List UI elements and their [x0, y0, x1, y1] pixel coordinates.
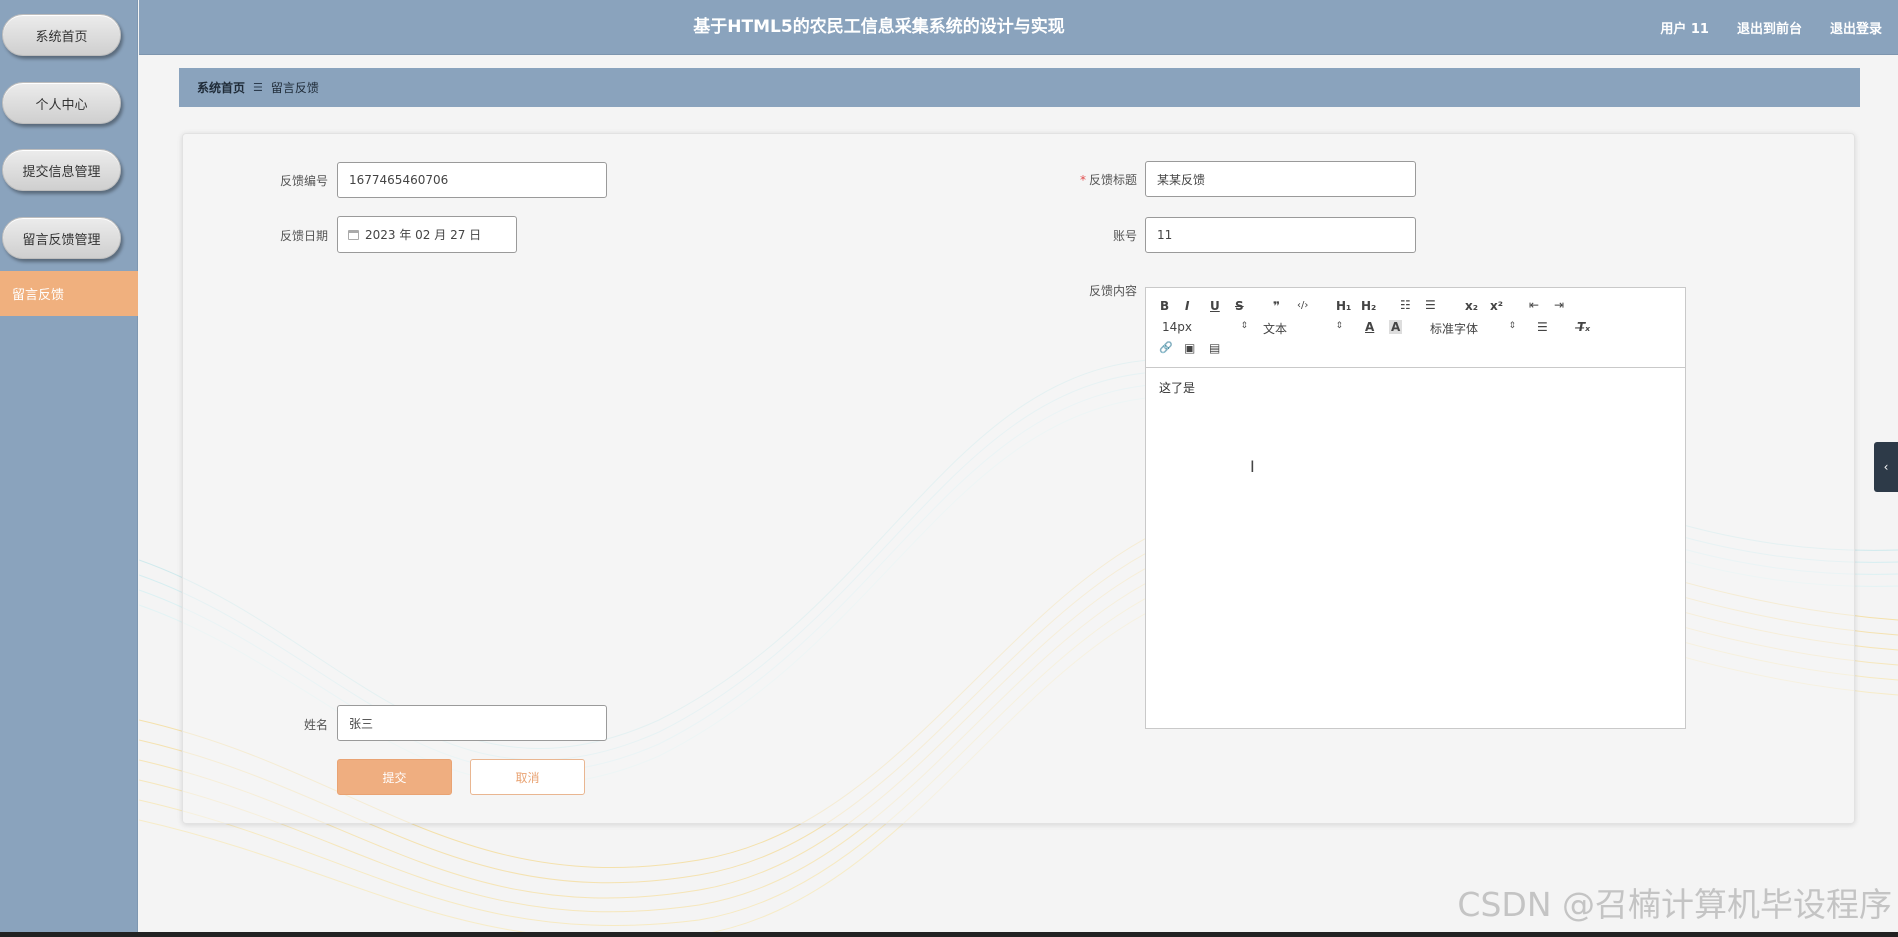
- italic-icon[interactable]: I: [1185, 299, 1189, 313]
- text-format-arrow-icon: ⇕: [1335, 321, 1343, 331]
- indent-icon[interactable]: ⇥: [1554, 298, 1564, 312]
- breadcrumb-separator-icon: ☰: [253, 81, 263, 94]
- sidebar-item-submit-info[interactable]: 提交信息管理: [2, 149, 121, 191]
- editor-content-text: 这了是: [1159, 381, 1196, 395]
- superscript-icon[interactable]: x²: [1490, 299, 1503, 313]
- font-family-select[interactable]: 标准字体 ⇕: [1430, 320, 1516, 337]
- name-label: 姓名: [303, 718, 328, 732]
- feedback-title-input[interactable]: [1145, 161, 1416, 197]
- feedback-no-input[interactable]: [337, 162, 607, 198]
- sidebar-item-home[interactable]: 系统首页: [2, 14, 121, 56]
- cancel-button[interactable]: 取消: [470, 759, 585, 795]
- sidebar-item-feedback-management[interactable]: 留言反馈管理: [2, 217, 121, 259]
- align-icon[interactable]: ☰: [1537, 320, 1548, 334]
- font-family-arrow-icon: ⇕: [1508, 321, 1516, 331]
- breadcrumb-home[interactable]: 系统首页: [197, 79, 245, 96]
- sidebar-subitem-feedback[interactable]: 留言反馈: [0, 271, 138, 316]
- submit-button[interactable]: 提交: [337, 759, 452, 795]
- rich-text-editor: B I U S ❞ ‹/› H₁ H₂ ☷ ☰ x₂ x² ⇤ ⇥ 14px ⇕…: [1145, 287, 1686, 729]
- back-to-front-link[interactable]: 退出到前台: [1737, 18, 1802, 37]
- subscript-icon[interactable]: x₂: [1465, 299, 1478, 313]
- collapse-tab-chevron-icon[interactable]: ‹: [1874, 442, 1898, 492]
- text-format-value: 文本: [1263, 322, 1288, 336]
- font-size-arrow-icon: ⇕: [1240, 321, 1248, 331]
- video-icon[interactable]: ▤: [1209, 341, 1220, 355]
- font-color-icon[interactable]: A: [1365, 320, 1374, 334]
- required-mark: *: [1079, 173, 1086, 187]
- header-1-icon[interactable]: H₁: [1336, 299, 1351, 313]
- font-family-value: 标准字体: [1430, 322, 1479, 336]
- bottom-divider: [0, 932, 1898, 937]
- code-block-icon[interactable]: ‹/›: [1297, 299, 1308, 313]
- blockquote-icon[interactable]: ❞: [1273, 299, 1280, 313]
- account-input[interactable]: [1145, 217, 1416, 253]
- editor-content[interactable]: 这了是: [1146, 369, 1685, 729]
- feedback-date-value: 2023 年 02 月 27 日: [365, 228, 482, 242]
- site-title: 基于HTML5的农民工信息采集系统的设计与实现: [693, 17, 1065, 37]
- feedback-content-label: 反馈内容: [1088, 284, 1137, 298]
- account-label: 账号: [1112, 229, 1137, 243]
- feedback-title-label: * 反馈标题: [1040, 171, 1137, 188]
- feedback-no-label: 反馈编号: [279, 174, 328, 188]
- top-bar: 基于HTML5的农民工信息采集系统的设计与实现 用户 11 退出到前台 退出登录: [139, 0, 1898, 55]
- breadcrumb: 系统首页 ☰ 留言反馈: [179, 68, 1860, 107]
- clean-format-icon[interactable]: T̶ₓ: [1577, 320, 1590, 334]
- bold-icon[interactable]: B: [1160, 299, 1169, 313]
- header-2-icon[interactable]: H₂: [1361, 299, 1376, 313]
- underline-icon[interactable]: U: [1210, 299, 1220, 313]
- text-cursor-icon: I: [1250, 457, 1255, 476]
- watermark: CSDN @召楠计算机毕设程序: [1457, 885, 1892, 924]
- sidebar: 系统首页 个人中心 提交信息管理 留言反馈管理 留言反馈: [0, 0, 138, 937]
- image-icon[interactable]: ▣: [1184, 341, 1195, 355]
- top-links: 用户 11 退出到前台 退出登录: [1660, 0, 1882, 55]
- font-size-select[interactable]: 14px ⇕: [1162, 320, 1248, 334]
- calendar-icon: [348, 229, 359, 240]
- link-icon[interactable]: 🔗: [1159, 341, 1173, 355]
- bullet-list-icon[interactable]: ☰: [1425, 298, 1436, 312]
- background-color-icon[interactable]: A: [1389, 320, 1403, 334]
- outdent-icon[interactable]: ⇤: [1529, 298, 1539, 312]
- font-size-value: 14px: [1162, 320, 1192, 334]
- feedback-title-label-text: 反馈标题: [1088, 173, 1137, 187]
- ordered-list-icon[interactable]: ☷: [1400, 298, 1411, 312]
- strike-icon[interactable]: S: [1235, 299, 1244, 313]
- feedback-date-label: 反馈日期: [279, 229, 328, 243]
- logout-link[interactable]: 退出登录: [1830, 18, 1882, 37]
- breadcrumb-current: 留言反馈: [270, 81, 319, 95]
- feedback-date-picker[interactable]: 2023 年 02 月 27 日: [337, 216, 517, 253]
- editor-toolbar: B I U S ❞ ‹/› H₁ H₂ ☷ ☰ x₂ x² ⇤ ⇥ 14px ⇕…: [1146, 288, 1685, 368]
- text-format-select[interactable]: 文本 ⇕: [1263, 320, 1343, 337]
- current-user: 用户 11: [1660, 22, 1709, 37]
- name-input[interactable]: [337, 705, 607, 741]
- sidebar-item-profile[interactable]: 个人中心: [2, 82, 121, 124]
